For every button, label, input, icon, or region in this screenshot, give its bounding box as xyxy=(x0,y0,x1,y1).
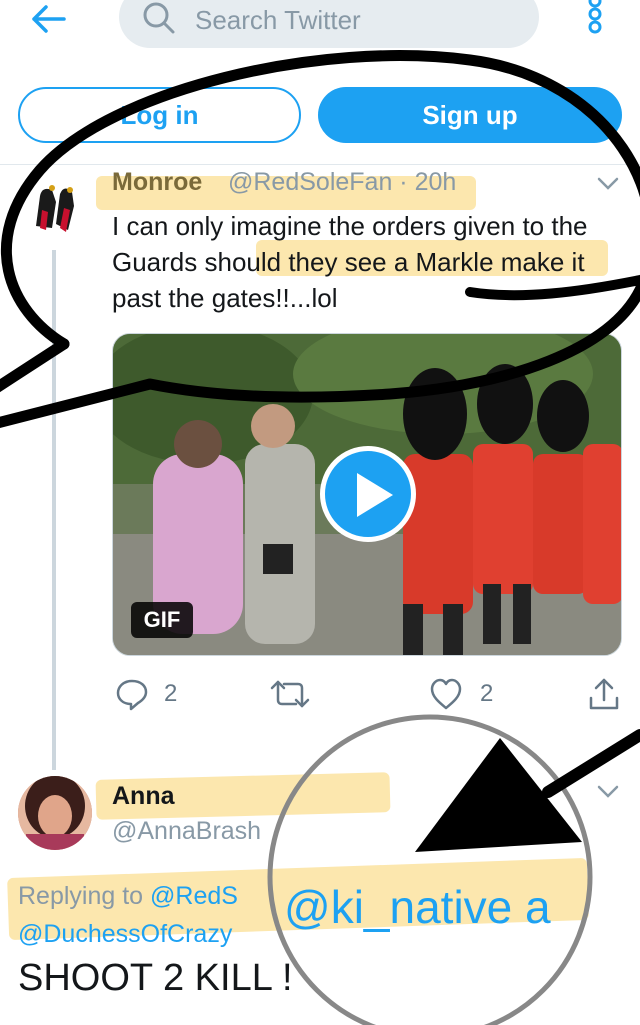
reply-count: 2 xyxy=(164,680,178,707)
tweet-author-handle[interactable]: @RedSoleFan · 20h xyxy=(228,168,456,197)
search-icon xyxy=(143,2,175,34)
tweet-author-name[interactable]: Anna xyxy=(112,782,175,811)
top-bar: Search Twitter xyxy=(0,0,640,60)
retweet-icon[interactable] xyxy=(270,676,310,712)
arrow-shaft xyxy=(542,729,640,798)
divider xyxy=(0,164,640,165)
replying-to: Replying to @RedS xyxy=(18,882,238,911)
replying-prefix: Replying to xyxy=(18,882,151,910)
arrow-head xyxy=(415,738,582,852)
like-count: 2 xyxy=(480,680,494,707)
play-icon xyxy=(357,473,393,517)
more-vertical-icon[interactable] xyxy=(582,0,608,40)
profile-photo xyxy=(18,776,92,850)
chevron-down-icon[interactable] xyxy=(596,176,620,192)
magnified-mention: @ki_native a xyxy=(284,881,551,933)
signup-button[interactable]: Sign up xyxy=(318,87,622,143)
login-button[interactable]: Log in xyxy=(18,87,301,143)
tweet-media-gif[interactable]: GIF xyxy=(112,333,622,656)
search-placeholder: Search Twitter xyxy=(195,5,361,35)
tweet-text: I can only imagine the orders given to t… xyxy=(112,211,588,313)
avatar[interactable] xyxy=(18,776,92,850)
mention-link[interactable]: @DuchessOfCrazy xyxy=(18,920,232,949)
shoe-avatar-image xyxy=(22,172,86,236)
search-input[interactable]: Search Twitter xyxy=(119,0,539,48)
back-arrow-icon[interactable] xyxy=(28,2,68,36)
avatar[interactable] xyxy=(22,172,86,236)
tweet-text: SHOOT 2 KILL ! xyxy=(18,957,293,999)
tweet-author-handle[interactable]: @AnnaBrash xyxy=(112,817,261,846)
mention-link[interactable]: @RedS xyxy=(150,882,238,910)
reply-icon[interactable] xyxy=(114,676,150,712)
gif-badge: GIF xyxy=(131,602,193,638)
play-button[interactable] xyxy=(320,446,416,542)
thread-line xyxy=(52,250,56,770)
chevron-down-icon[interactable] xyxy=(596,784,620,800)
share-icon[interactable] xyxy=(586,676,622,712)
like-icon[interactable] xyxy=(428,676,464,712)
tweet-author-name[interactable]: Monroe xyxy=(112,168,202,197)
